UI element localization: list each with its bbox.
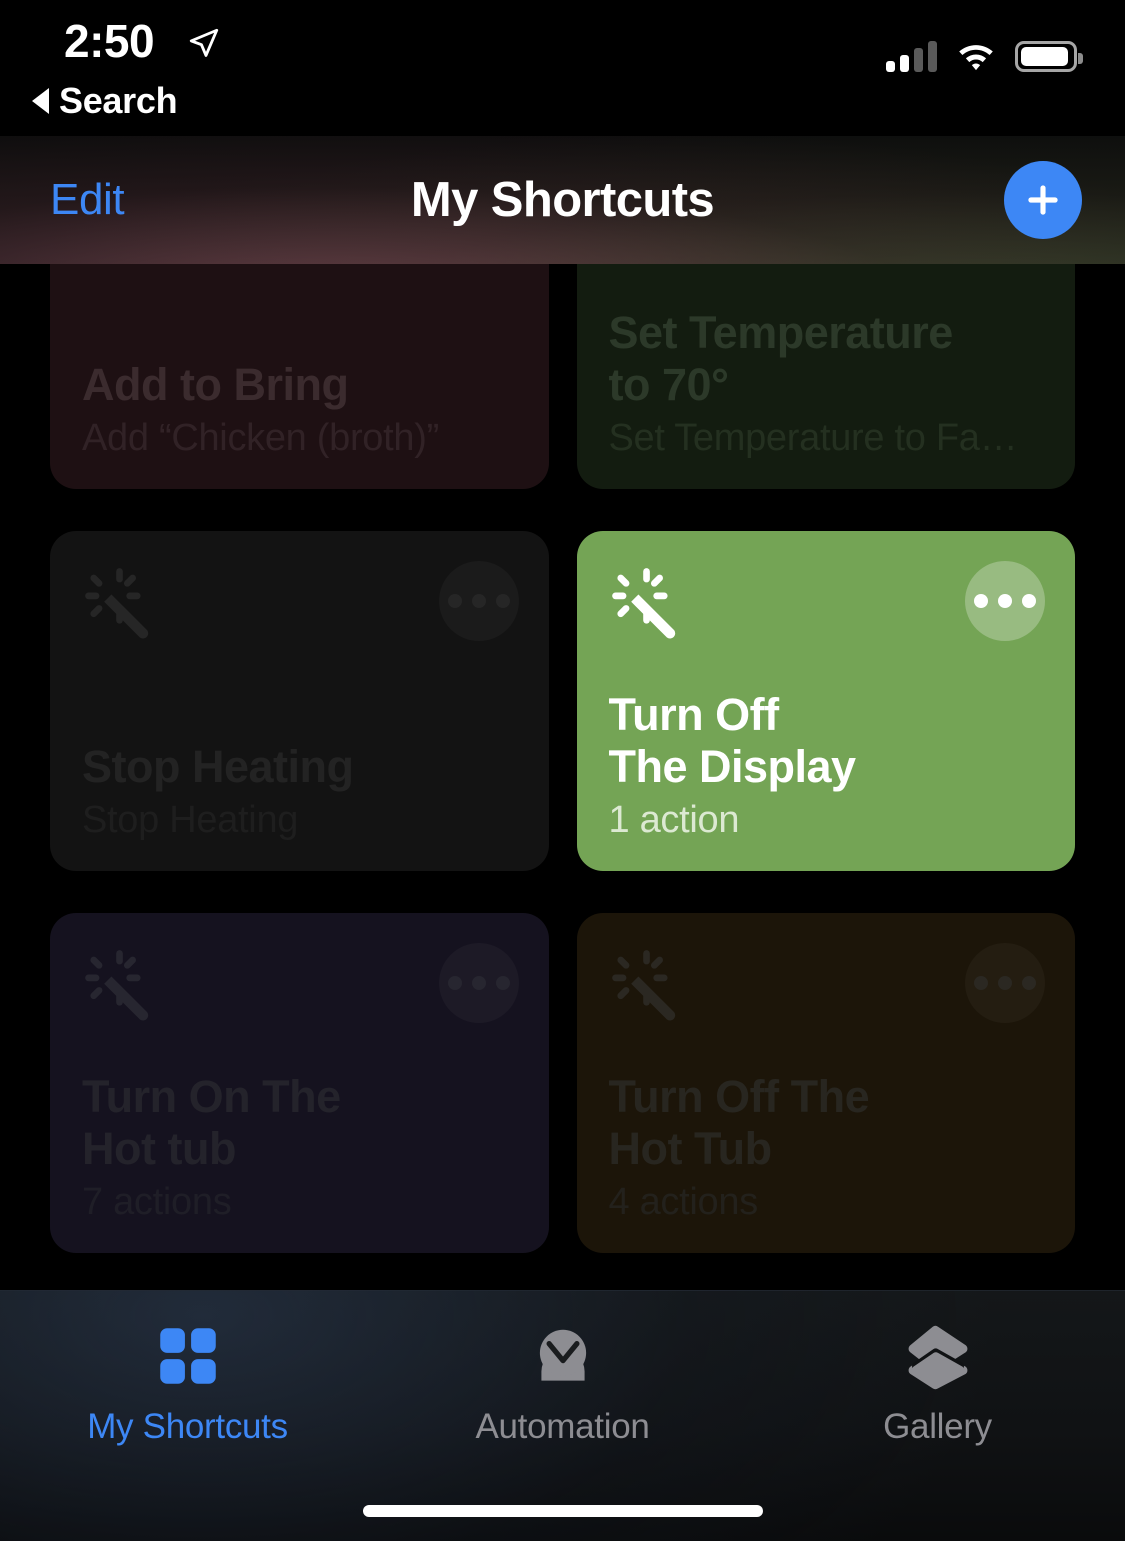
- shortcut-title: Add to Bring: [82, 359, 517, 411]
- shortcut-subtitle: 7 actions: [82, 1181, 517, 1225]
- back-label: Search: [59, 80, 177, 122]
- back-to-search-button[interactable]: Search: [32, 80, 177, 122]
- shortcut-card-add-to-bring[interactable]: Add to Bring Add “Chicken (broth)”: [50, 264, 549, 489]
- clock-icon: [526, 1319, 600, 1393]
- wifi-icon: [955, 40, 997, 72]
- ellipsis-icon[interactable]: [439, 943, 519, 1023]
- add-shortcut-button[interactable]: [1004, 161, 1082, 239]
- shortcut-subtitle: Add “Chicken (broth)”: [82, 417, 517, 461]
- shortcut-card-turn-off-the-hot-tub[interactable]: Turn Off The Hot Tub 4 actions: [577, 913, 1076, 1253]
- shortcut-subtitle: 4 actions: [609, 1181, 1044, 1225]
- navigation-bar: Edit My Shortcuts: [0, 136, 1125, 264]
- home-indicator[interactable]: [363, 1505, 763, 1517]
- tab-my-shortcuts[interactable]: My Shortcuts: [0, 1291, 375, 1461]
- status-indicators: [886, 40, 1077, 72]
- cellular-signal-icon: [886, 40, 937, 72]
- ellipsis-icon[interactable]: [439, 561, 519, 641]
- location-arrow-icon: [187, 26, 221, 60]
- shortcut-subtitle: 1 action: [609, 799, 1044, 843]
- ellipsis-icon[interactable]: [965, 561, 1045, 641]
- grid-squares-icon: [151, 1319, 225, 1393]
- ellipsis-icon[interactable]: [965, 943, 1045, 1023]
- shortcut-title: Turn On The Hot tub: [82, 1071, 517, 1175]
- status-time: 2:50: [64, 18, 154, 64]
- page-title: My Shortcuts: [0, 172, 1125, 228]
- magic-wand-icon: [609, 565, 685, 641]
- shortcut-card-turn-off-the-display[interactable]: Turn Off The Display 1 action: [577, 531, 1076, 871]
- plus-icon: [1021, 178, 1065, 222]
- tab-bar: My Shortcuts Automation: [0, 1290, 1125, 1541]
- magic-wand-icon: [609, 947, 685, 1023]
- shortcut-card-set-temperature[interactable]: Set Temperature to 70° Set Temperature t…: [577, 264, 1076, 489]
- shortcuts-scroll-area[interactable]: Add to Bring Add “Chicken (broth)” Set: [0, 264, 1125, 1290]
- shortcut-subtitle: Set Temperature to Fa…: [609, 417, 1044, 461]
- layers-icon: [901, 1319, 975, 1393]
- tab-label: Gallery: [883, 1407, 992, 1447]
- shortcut-title: Stop Heating: [82, 741, 517, 793]
- tab-label: My Shortcuts: [87, 1407, 288, 1447]
- shortcut-title: Turn Off The Display: [609, 689, 1044, 793]
- shortcut-card-turn-on-the-hot-tub[interactable]: Turn On The Hot tub 7 actions: [50, 913, 549, 1253]
- battery-icon: [1015, 41, 1077, 72]
- shortcuts-grid: Add to Bring Add “Chicken (broth)” Set: [0, 264, 1125, 1253]
- tab-gallery[interactable]: Gallery: [750, 1291, 1125, 1461]
- shortcut-title: Turn Off The Hot Tub: [609, 1071, 1044, 1175]
- magic-wand-icon: [82, 947, 158, 1023]
- shortcut-subtitle: Stop Heating: [82, 799, 517, 843]
- magic-wand-icon: [82, 565, 158, 641]
- tab-label: Automation: [475, 1407, 649, 1447]
- shortcuts-app-screen: 2:50 Search Edit My Shortcuts: [0, 0, 1125, 1541]
- back-caret-icon: [32, 88, 49, 114]
- shortcut-title: Set Temperature to 70°: [609, 307, 1044, 411]
- tab-automation[interactable]: Automation: [375, 1291, 750, 1461]
- shortcut-card-stop-heating[interactable]: Stop Heating Stop Heating: [50, 531, 549, 871]
